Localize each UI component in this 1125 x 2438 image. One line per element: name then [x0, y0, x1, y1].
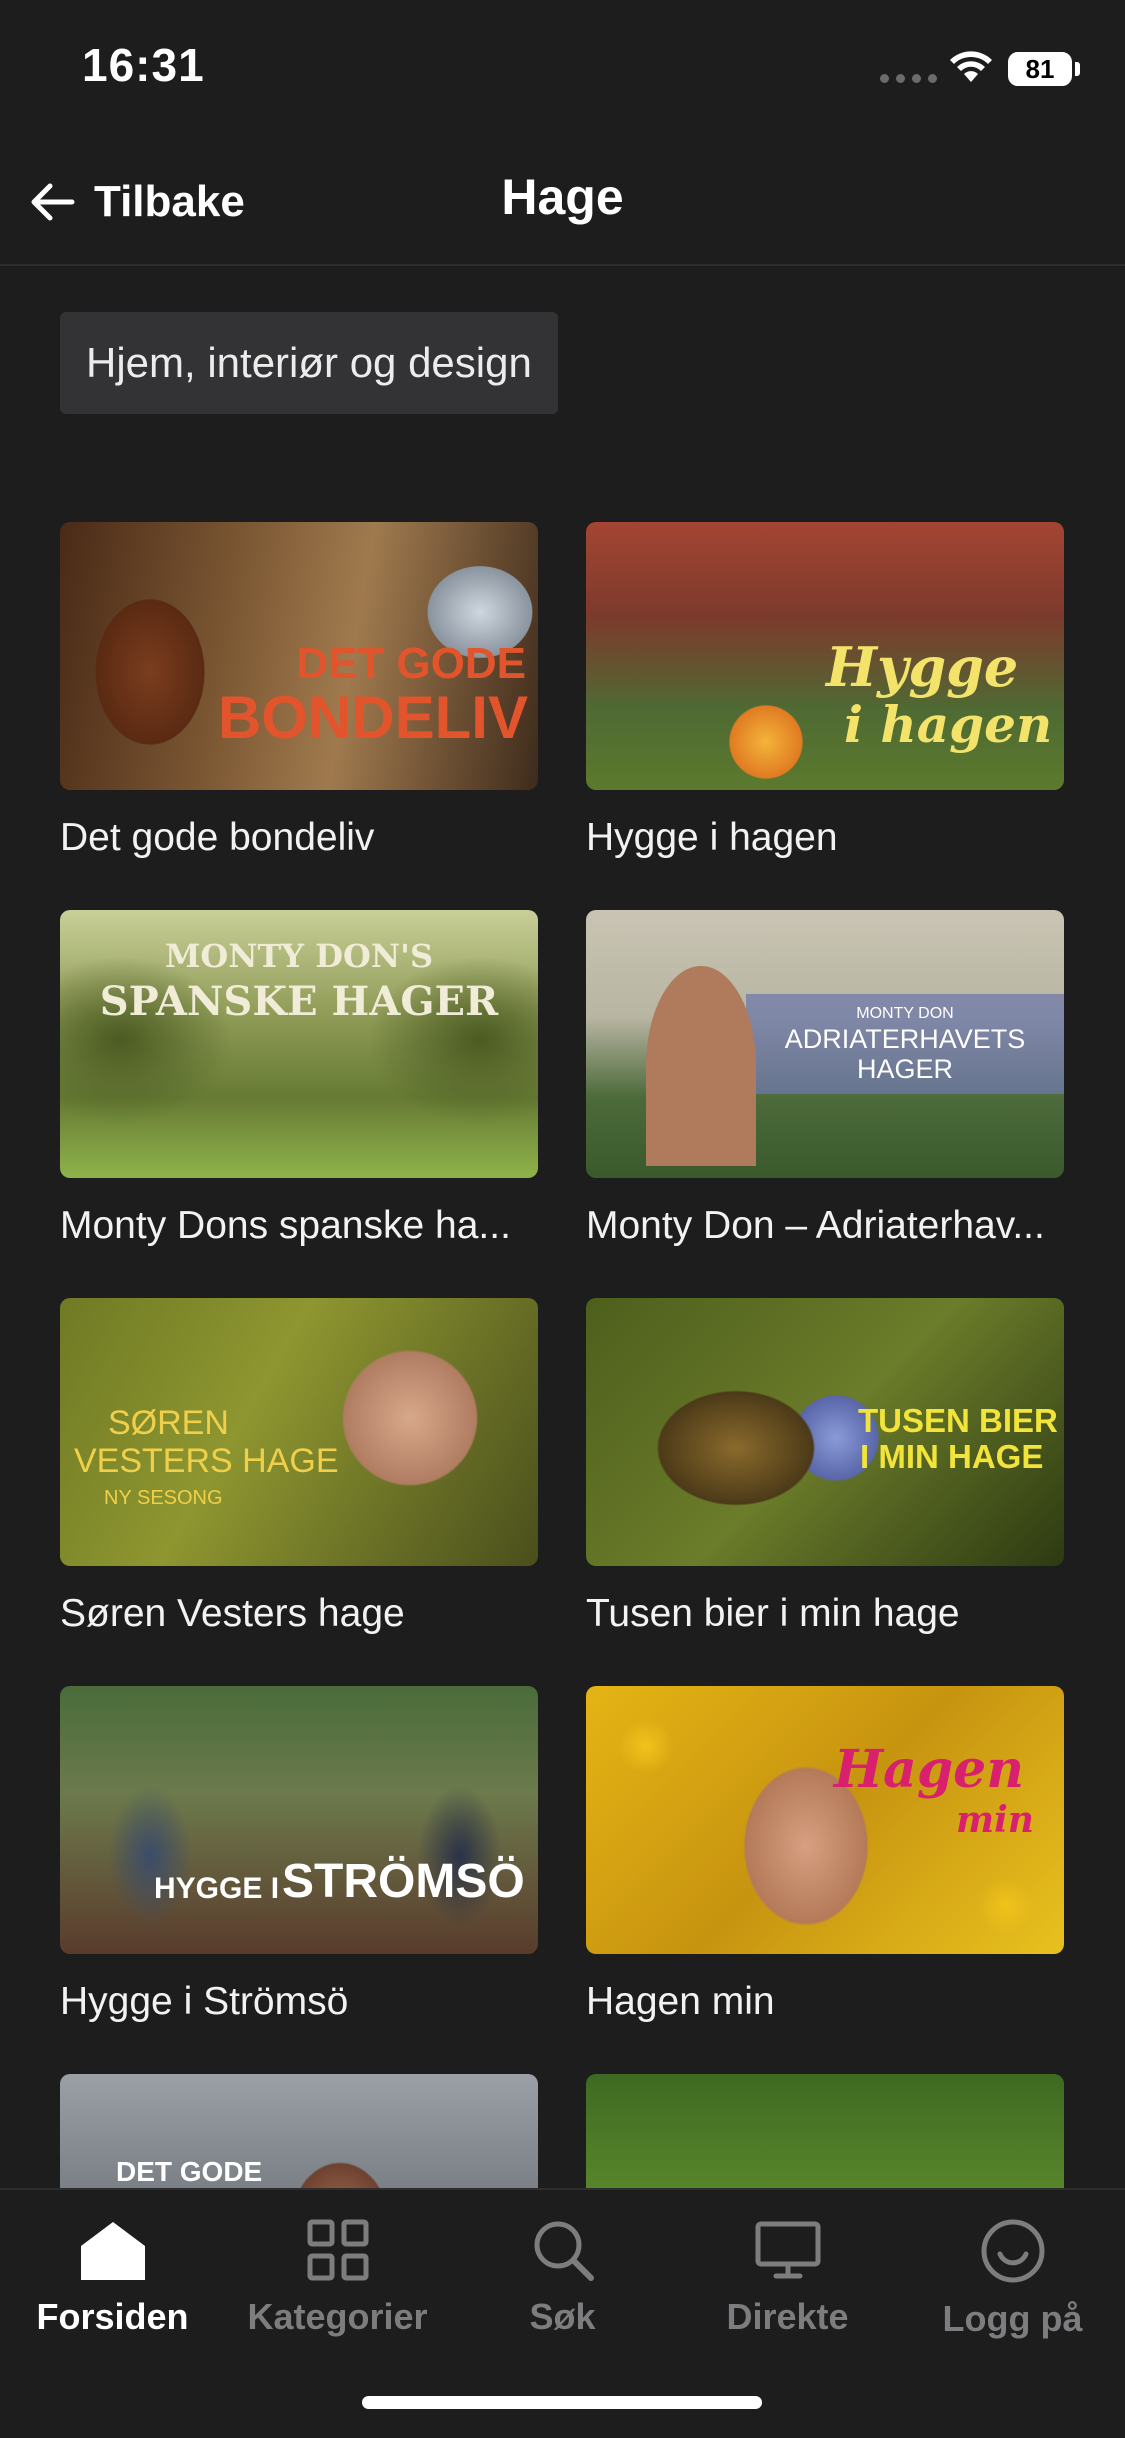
thumbnail-title: min [956, 1799, 1034, 1841]
thumbnail-title: ADRIATERHAVETS [784, 1024, 1026, 1054]
tab-sok[interactable]: Søk [450, 2218, 675, 2338]
program-thumbnail: MONTY DON ADRIATERHAVETS HAGER [586, 910, 1064, 1178]
battery-tip [1075, 62, 1080, 76]
program-thumbnail: MONTY DON'S SPANSKE HAGER [60, 910, 538, 1178]
program-card[interactable]: DET GODE BONDELIV Det gode bondeliv [60, 522, 538, 860]
thumbnail-title: DET GODE [296, 639, 526, 688]
thumbnail-title: DET GODE [116, 2156, 263, 2187]
program-title: Hygge i hagen [586, 816, 838, 859]
program-thumbnail: DET GODE [60, 2074, 538, 2188]
tab-label: Kategorier [247, 2296, 428, 2337]
program-thumbnail: TUSEN BIER I MIN HAGE [586, 1298, 1064, 1566]
tab-label: Logg på [942, 2298, 1083, 2339]
thumbnail-title: NY SESONG [104, 1487, 223, 1509]
program-card[interactable]: MONTY DON'S SPANSKE HAGER Monty Dons spa… [60, 910, 538, 1248]
program-card[interactable]: HYGGE I STRÖMSÖ Hygge i Strömsö [60, 1686, 538, 2024]
thumbnail-title: Hygge [826, 635, 1019, 699]
battery-level: 81 [1025, 53, 1055, 84]
program-card[interactable]: DET GODE [60, 2074, 538, 2188]
program-thumbnail: HYGGE I STRÖMSÖ [60, 1686, 538, 1954]
wifi-icon [950, 51, 992, 82]
program-thumbnail: DET GODE BONDELIV [60, 522, 538, 790]
grid-icon [307, 2219, 368, 2281]
thumbnail-title: I MIN HAGE [860, 1438, 1044, 1475]
thumbnail-title: SPANSKE HAGER [99, 978, 499, 1025]
program-title: Hagen min [586, 1980, 775, 2023]
program-card[interactable]: Hygge i hagen Hygge i hagen [586, 522, 1064, 860]
program-title: Tusen bier i min hage [586, 1592, 960, 1635]
tab-logg-pa[interactable]: Logg på [900, 2218, 1125, 2340]
battery-icon: 81 [1008, 52, 1072, 86]
program-card[interactable]: Hagen min Hagen min [586, 1686, 1064, 2024]
tab-label: Forsiden [36, 2296, 189, 2337]
program-title: Det gode bondeliv [60, 816, 375, 859]
program-grid: DET GODE BONDELIV Det gode bondeliv Hygg… [0, 520, 1125, 2188]
program-card[interactable]: TUSEN BIER I MIN HAGE Tusen bier i min h… [586, 1298, 1064, 1636]
home-indicator[interactable] [362, 2396, 762, 2409]
category-chip[interactable]: Hjem, interiør og design [60, 312, 558, 414]
thumbnail-title: Hagen [834, 1739, 1025, 1800]
thumbnail-title: HYGGE I [154, 1872, 280, 1905]
status-bar: 16:31 81 [0, 0, 1125, 140]
thumbnail-title: MONTY DON [856, 1005, 954, 1022]
status-time: 16:31 [82, 39, 205, 91]
tv-icon [755, 2221, 820, 2279]
program-title: Søren Vesters hage [60, 1592, 405, 1635]
nav-header: Tilbake Hage [0, 140, 1125, 266]
program-title: Hygge i Strömsö [60, 1980, 349, 2023]
program-thumbnail: Hygge i hagen [586, 522, 1064, 790]
program-card[interactable]: SØREN VESTERS HAGE NY SESONG Søren Veste… [60, 1298, 538, 1636]
thumbnail-title: STRÖMSÖ [282, 1855, 525, 1908]
thumbnail-title: BONDELIV [217, 684, 528, 751]
thumbnail-title: HAGER [856, 1054, 954, 1084]
thumbnail-title: SØREN [108, 1404, 229, 1442]
tab-forsiden[interactable]: Forsiden [0, 2218, 225, 2338]
presenter-figure [646, 966, 756, 1166]
tab-kategorier[interactable]: Kategorier [225, 2218, 450, 2338]
tab-label: Søk [529, 2296, 596, 2337]
profile-icon [981, 2219, 1044, 2283]
thumbnail-title: TUSEN BIER [858, 1402, 1058, 1439]
thumbnail-title: MONTY DON'S [164, 937, 434, 975]
thumbnail-title: VESTERS HAGE [74, 1442, 339, 1480]
program-card[interactable] [586, 2074, 1064, 2188]
home-icon [80, 2222, 145, 2280]
thumbnail-title: i hagen [844, 695, 1053, 754]
program-thumbnail [586, 2074, 1064, 2188]
search-icon [534, 2221, 594, 2281]
program-title: Monty Don – Adriaterhav... [586, 1204, 1045, 1247]
cellular-signal-icon [880, 74, 937, 83]
program-thumbnail: SØREN VESTERS HAGE NY SESONG [60, 1298, 538, 1566]
tab-direkte[interactable]: Direkte [675, 2218, 900, 2338]
program-card[interactable]: MONTY DON ADRIATERHAVETS HAGER Monty Don… [586, 910, 1064, 1248]
program-title: Monty Dons spanske ha... [60, 1204, 511, 1247]
page-title: Hage [501, 169, 624, 225]
program-thumbnail: Hagen min [586, 1686, 1064, 1954]
tab-label: Direkte [726, 2296, 849, 2337]
